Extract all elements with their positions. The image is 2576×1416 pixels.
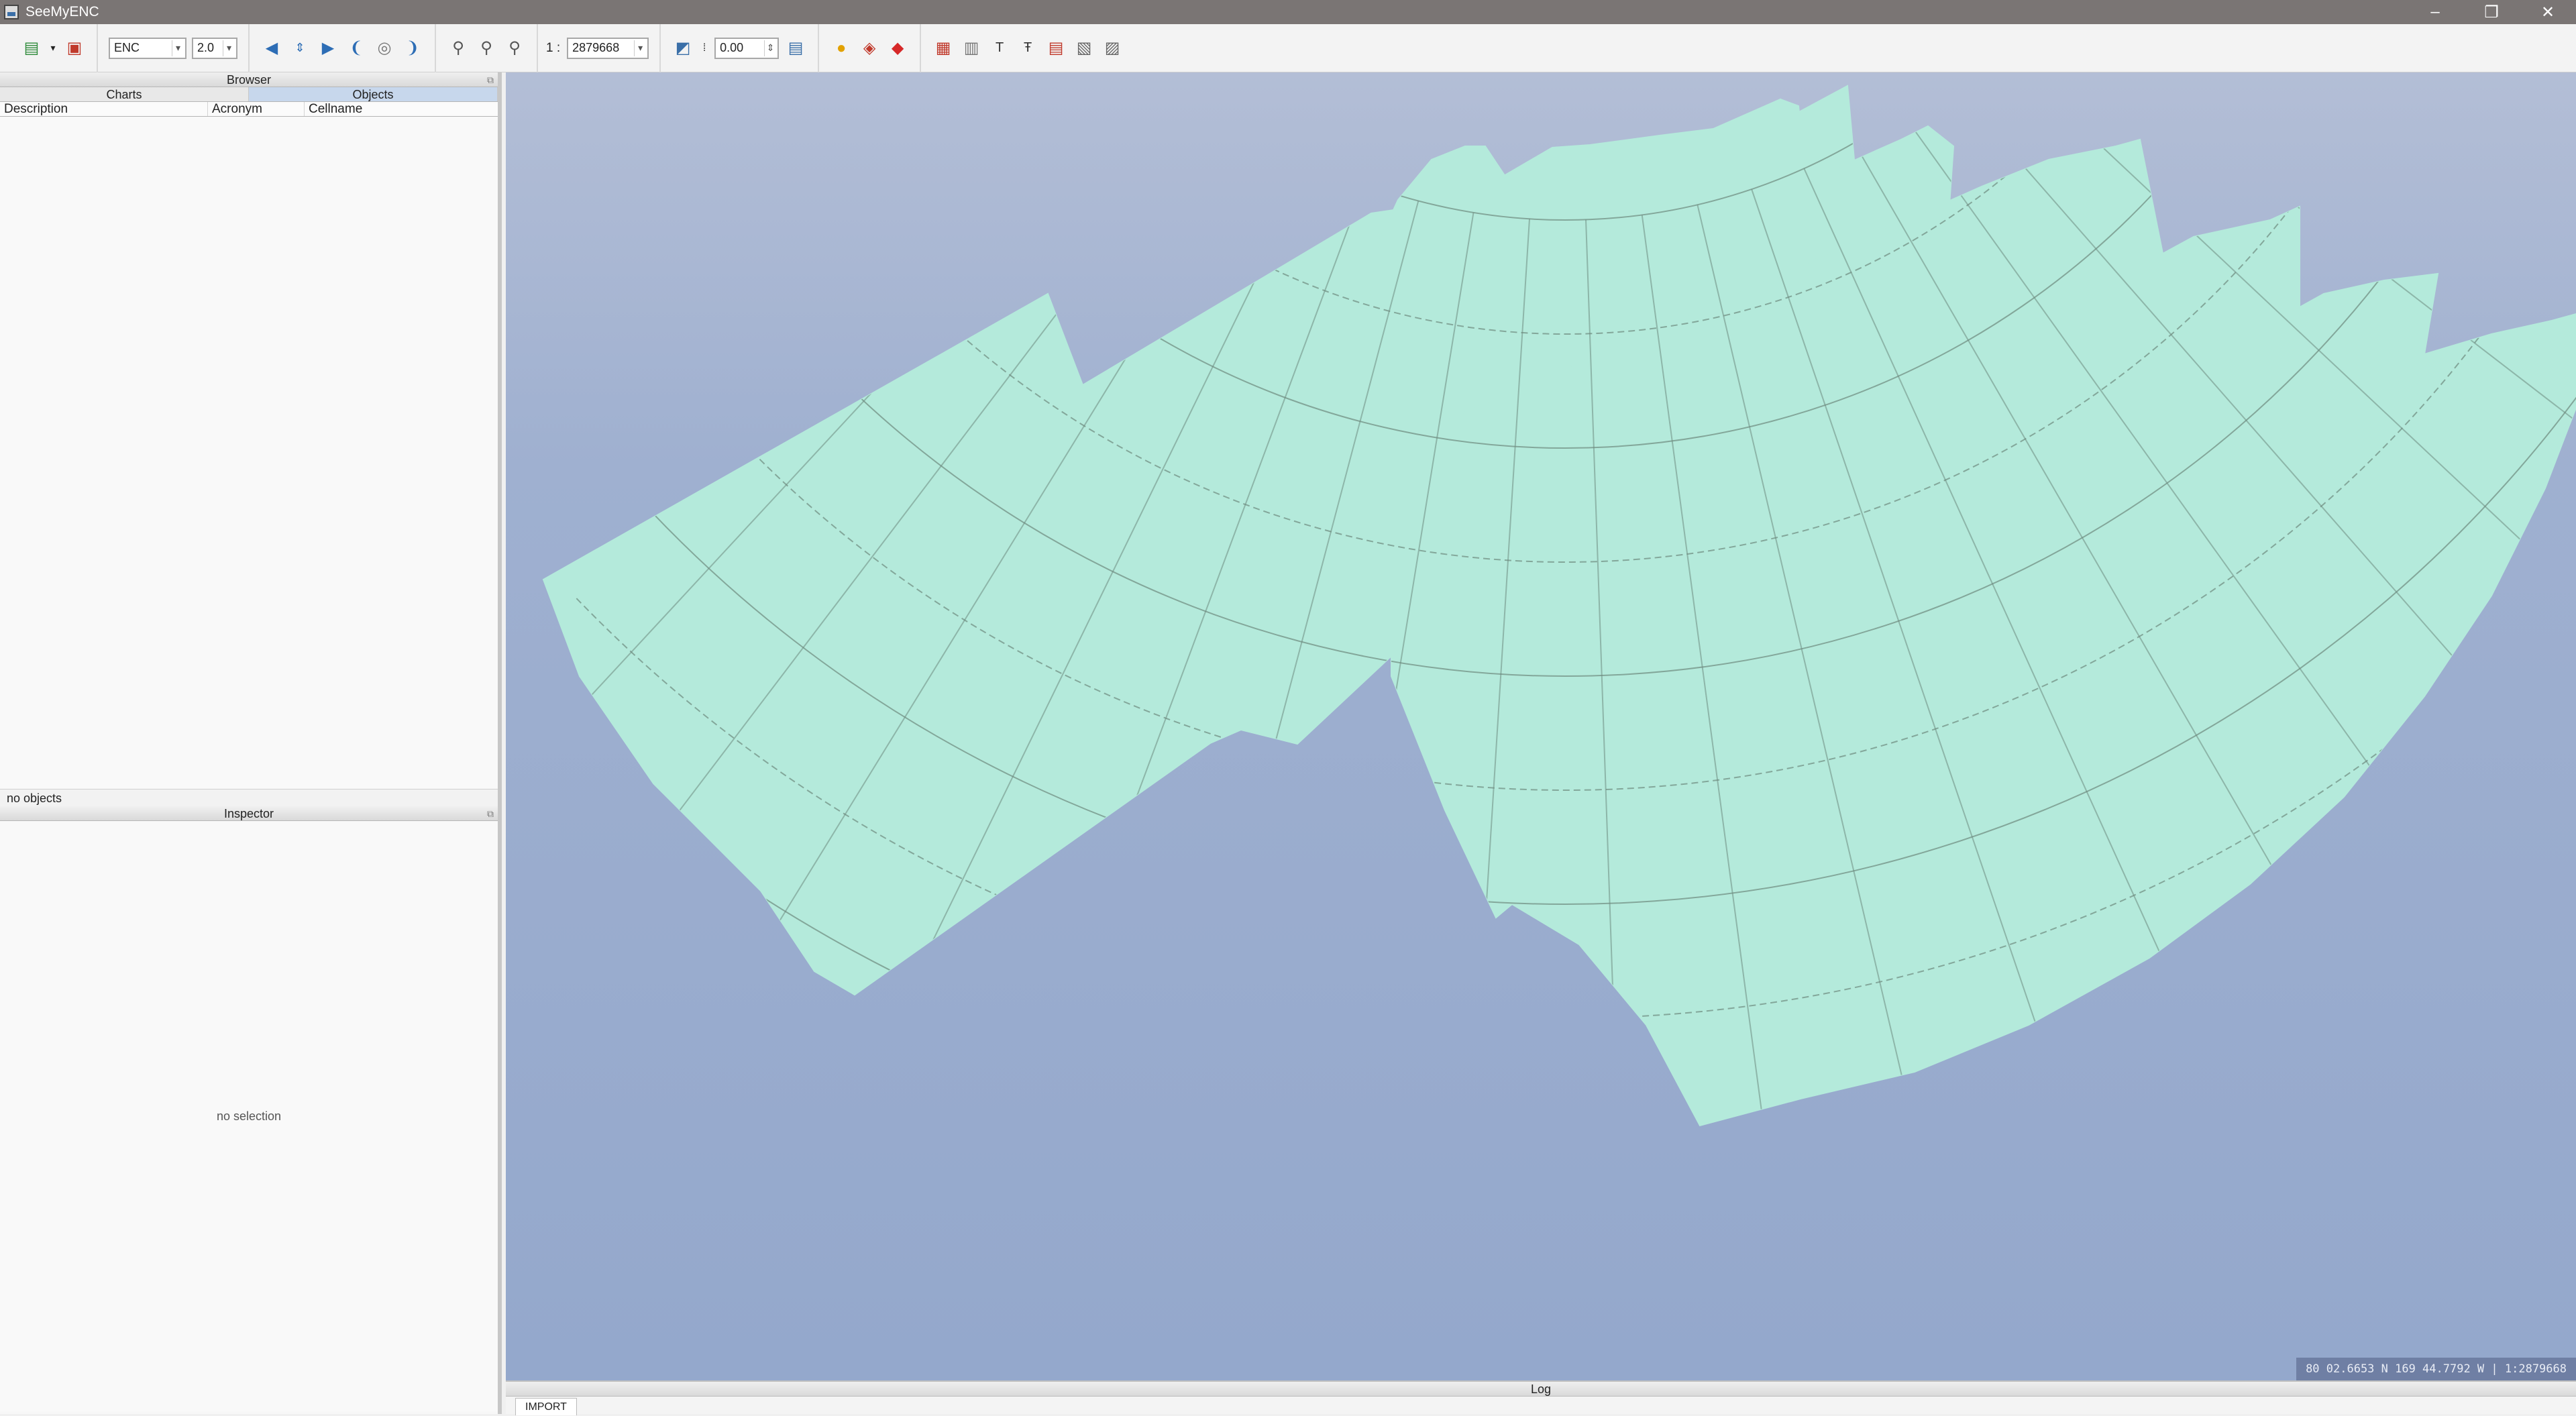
rotation-input[interactable]: 0.00 ⇕ [714,37,780,59]
browser-title-label: Browser [226,73,271,87]
chevron-down-icon: ▾ [634,40,646,56]
rotation-icon[interactable]: ◩ [672,37,694,60]
chart-canvas[interactable] [506,72,2576,1380]
scale-input[interactable]: 2879668 ▾ [567,37,649,59]
objects-status: no objects [0,789,498,806]
inspector-body: no selection [0,821,498,1411]
dusk-mode-icon[interactable]: ◈ [858,37,881,60]
rotate-right-icon[interactable]: ❩ [401,37,424,60]
tab-import[interactable]: IMPORT [515,1398,577,1415]
dock-float-icon[interactable]: ⧉ [487,806,494,821]
left-dock: Browser ⧉ Charts Objects Description Acr… [0,72,502,1414]
file-group: ▤ ▾ ▣ [9,23,98,72]
chart-map-view[interactable]: 80 02.6653 N 169 44.7792 W | 1:2879668 [506,72,2576,1380]
text-bold-icon[interactable]: Ŧ [1016,37,1039,60]
browser-tabs: Charts Objects [0,87,498,102]
close-button[interactable]: ✕ [2520,0,2576,24]
format-group: ENC ▾ 2.0 ▾ [98,23,250,72]
folder-open-icon[interactable]: ▤ [20,37,43,60]
chart-icon[interactable]: ▤ [1044,37,1067,60]
rotation-value: 0.00 [720,41,744,54]
zoom-group: ⚲ ⚲ ⚲ [436,23,538,72]
scale-prefix: 1 : [546,40,561,55]
log-title: Log [506,1382,2576,1397]
version-select[interactable]: 2.0 ▾ [192,37,237,59]
day-mode-icon[interactable]: ● [830,37,853,60]
text-icon[interactable]: T [988,37,1011,60]
settings-icon[interactable]: ▧ [1073,37,1095,60]
apply-rotation-icon[interactable]: ▤ [784,37,807,60]
column-cellname[interactable]: Cellname [305,102,498,116]
display-group: ▦ ▥ T Ŧ ▤ ▧ ▨ [921,24,1134,72]
browser-title: Browser ⧉ [0,72,498,87]
zoom-out-icon[interactable]: ⚲ [475,37,498,60]
tab-charts[interactable]: Charts [0,87,249,101]
save-icon[interactable]: ▣ [63,37,86,60]
chart-type-select[interactable]: ENC ▾ [109,37,186,59]
scale-group: 1 : 2879668 ▾ [538,23,661,72]
rotate-left-icon[interactable]: ❨ [345,37,368,60]
navigation-group: ◀ ⇕ ▶ ❨ ◎ ❩ [250,23,436,72]
objects-table-header: Description Acronym Cellname [0,102,498,117]
window-controls: – ❐ ✕ [2407,0,2576,24]
mode-group: ● ◈ ◆ [819,23,922,72]
zoom-in-icon[interactable]: ⚲ [447,37,470,60]
night-mode-icon[interactable]: ◆ [886,37,909,60]
arrow-right-icon[interactable]: ▶ [317,37,339,60]
layers-icon[interactable]: ▦ [932,37,955,60]
chevron-down-icon: ▾ [223,40,235,56]
inspector-title: Inspector ⧉ [0,806,498,821]
objects-list[interactable] [0,117,498,789]
dock-float-icon[interactable]: ⧉ [487,72,494,87]
scale-value: 2879668 [572,41,620,54]
main-toolbar: ▤ ▾ ▣ ENC ▾ 2.0 ▾ ◀ ⇕ ▶ ❨ ◎ ❩ ⚲ ⚲ ⚲ 1 : … [0,23,2576,72]
app-icon [4,5,19,19]
chart-type-value: ENC [114,41,140,54]
coordinate-readout: 80 02.6653 N 169 44.7792 W | 1:2879668 [2296,1358,2576,1380]
arrow-up-down-icon[interactable]: ⇕ [288,37,311,60]
arrow-left-icon[interactable]: ◀ [260,37,283,60]
minimize-button[interactable]: – [2407,0,2463,24]
compass-icon[interactable]: ◎ [373,37,396,60]
rotation-group: ◩ ⁞ 0.00 ⇕ ▤ [661,23,820,72]
version-value: 2.0 [197,41,215,54]
export-icon[interactable]: ▨ [1101,37,1124,60]
restore-button[interactable]: ❐ [2463,0,2520,24]
chart-coverage-land [542,85,2576,1127]
dropdown-arrow-icon[interactable]: ▾ [48,37,58,60]
chevron-down-icon: ▾ [172,40,184,56]
column-acronym[interactable]: Acronym [208,102,305,116]
title-bar: SeeMyENC – ❐ ✕ [0,0,2576,24]
tab-objects[interactable]: Objects [249,87,498,101]
rotation-lock-icon: ⁞ [702,42,706,54]
inspector-empty-text: no selection [216,1109,282,1123]
window-title: SeeMyENC [25,4,99,19]
spin-arrows-icon: ⇕ [764,40,776,56]
grid-icon[interactable]: ▥ [960,37,983,60]
inspector-title-label: Inspector [223,807,274,820]
log-dock: Log IMPORT [506,1380,2576,1415]
log-title-label: Log [1530,1382,1552,1396]
column-description[interactable]: Description [0,102,208,116]
zoom-fit-icon[interactable]: ⚲ [503,37,526,60]
